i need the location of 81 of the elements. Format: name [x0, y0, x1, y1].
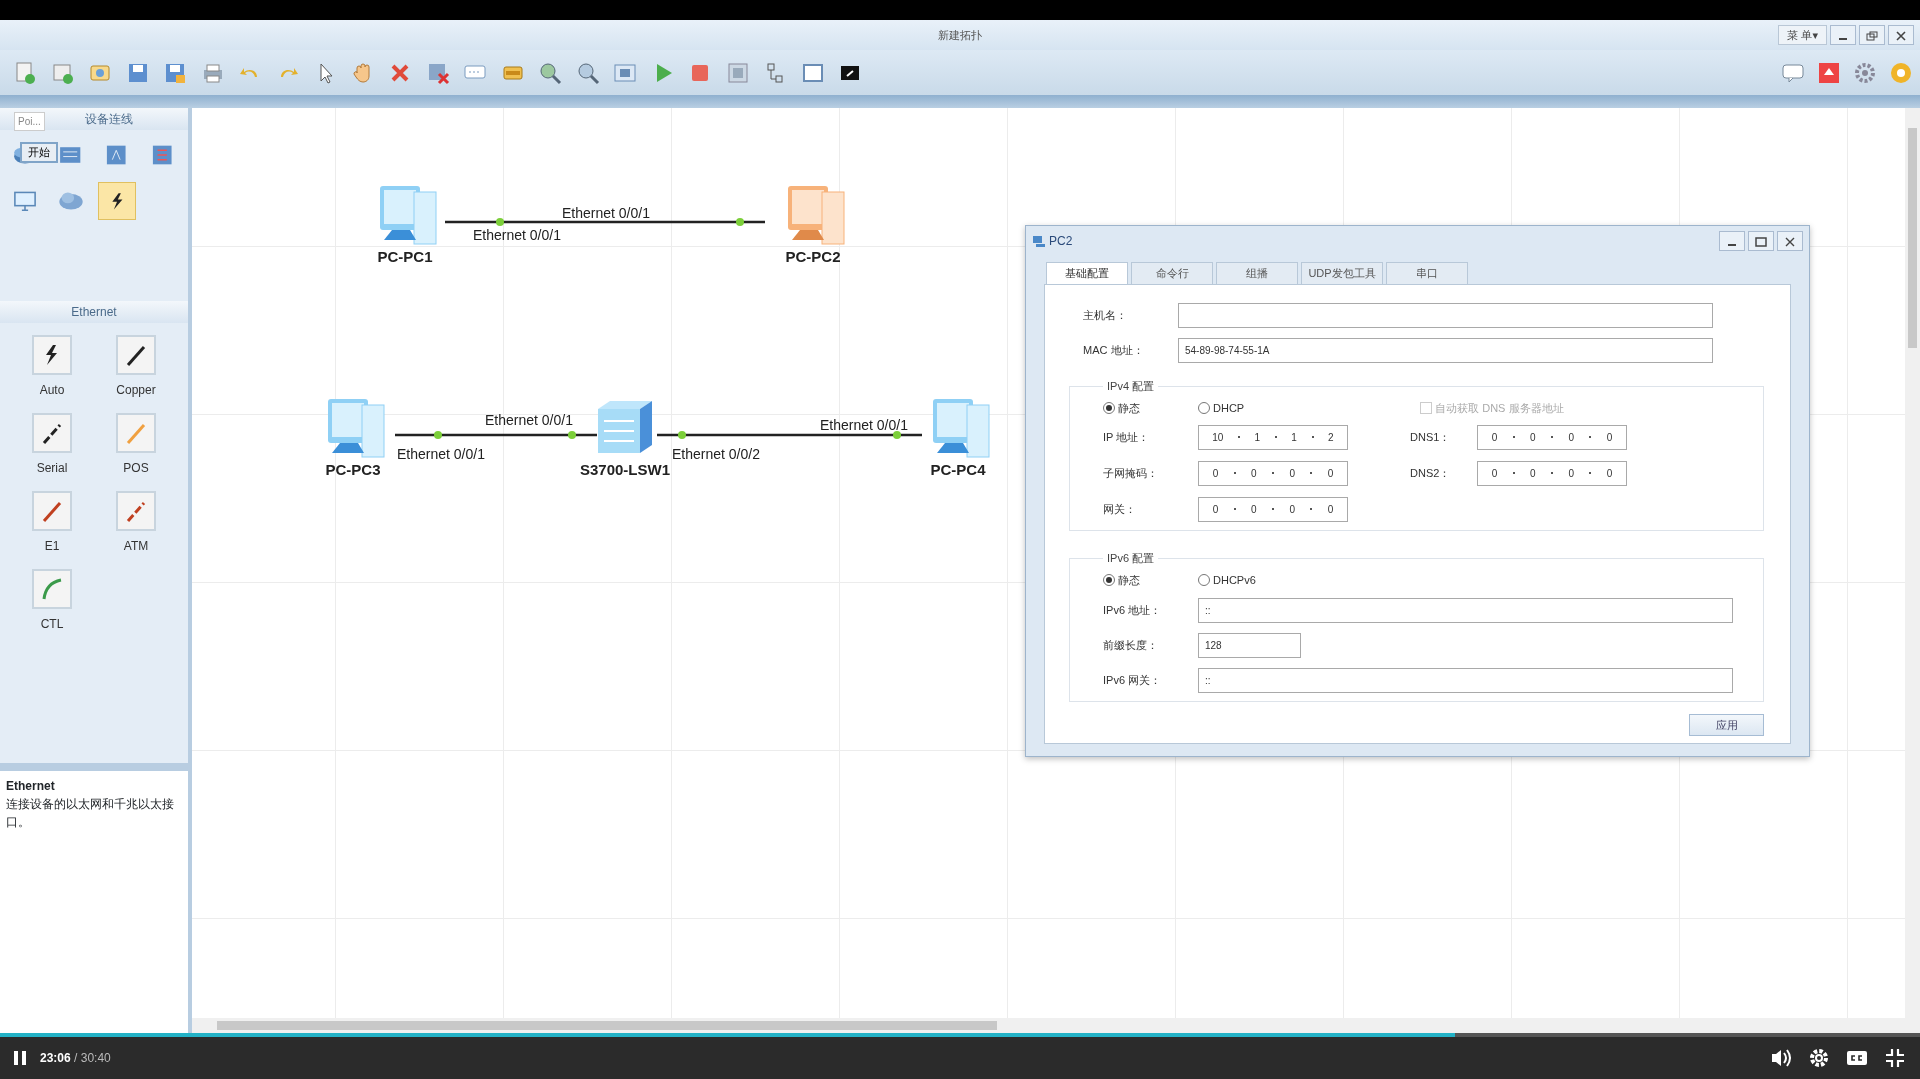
ip-address-field[interactable]: 0 0 0 0 [1198, 460, 1348, 486]
scrollbar-thumb[interactable] [217, 1021, 997, 1030]
panel-header: Ethernet [71, 304, 117, 321]
ctl-cable-item[interactable]: CTL [10, 569, 94, 633]
field-label: MAC 地址： [1083, 343, 1145, 359]
radio-button[interactable]: 静态 [1103, 400, 1198, 417]
window-title: 新建拓扑 [938, 27, 982, 43]
computer-icon [1032, 234, 1046, 248]
name-tooltip: Poi... [14, 112, 45, 131]
e1-cable-item[interactable]: E1 [10, 491, 94, 555]
field-label: IP 地址： [1103, 429, 1151, 445]
start-tooltip[interactable]: 开始 [20, 142, 58, 163]
ip-address-field[interactable]: 0 0 0 0 [1477, 424, 1627, 450]
progress-track[interactable] [0, 1033, 1920, 1037]
pause-icon[interactable] [12, 1050, 28, 1066]
auto-cable-item[interactable]: Auto [10, 335, 94, 399]
tab[interactable]: UDP发包工具 [1301, 262, 1383, 284]
ip-address-field[interactable]: 10 1 1 2 [1198, 424, 1348, 450]
device-label: PC-PC4 [930, 460, 986, 480]
field-label: 网关： [1103, 501, 1137, 517]
copper-cable-item[interactable]: Copper [94, 335, 178, 399]
close-button[interactable] [1888, 25, 1914, 45]
serial-cable-item[interactable]: Serial [10, 413, 94, 477]
port-label: Ethernet 0/0/1 [485, 411, 573, 430]
field-label: IPv6 地址： [1103, 603, 1163, 619]
radio-icon[interactable] [1198, 402, 1210, 415]
field-label: 子网掩码： [1103, 465, 1159, 481]
ip-address-field[interactable]: 0 0 0 0 [1198, 496, 1348, 522]
group-title: IPv4 配置 [1106, 381, 1156, 392]
port-label: Ethernet 0/0/1 [562, 204, 650, 223]
info-title: Ethernet [6, 778, 56, 795]
radio-icon[interactable] [1103, 573, 1115, 586]
input-field[interactable]: :: [1198, 598, 1733, 623]
port-label: Ethernet 0/0/1 [473, 226, 561, 245]
vertical-scrollbar[interactable] [1905, 108, 1920, 1018]
device-label: S3700-LSW1 [579, 460, 670, 480]
playback-time: 23:06 / 30:40 [40, 1050, 111, 1067]
apply-button[interactable]: 应用 [1689, 714, 1764, 736]
pos-cable-item[interactable]: POS [94, 413, 178, 477]
device-label: PC-PC3 [325, 460, 381, 480]
restore-icon[interactable] [1866, 30, 1878, 41]
minimize-button[interactable] [1719, 231, 1745, 251]
minimize-button[interactable] [1830, 25, 1856, 45]
input-field[interactable] [1178, 303, 1713, 328]
radio-button[interactable]: DHCP [1198, 400, 1245, 417]
port-label: Ethernet 0/0/1 [820, 416, 908, 435]
input-field[interactable]: :: [1198, 668, 1733, 693]
tab[interactable]: 命令行 [1131, 262, 1213, 284]
input-field[interactable]: 128 [1198, 633, 1301, 658]
device-label: PC-PC2 [785, 247, 841, 267]
radio-button[interactable]: 静态 [1103, 571, 1198, 588]
atm-cable-item[interactable]: ATM [94, 491, 178, 555]
panel-header: 设备连线 [84, 111, 133, 128]
field-label: DNS2： [1410, 465, 1452, 481]
radio-icon[interactable] [1198, 573, 1210, 586]
port-label: Ethernet 0/0/2 [672, 445, 760, 464]
scrollbar-thumb[interactable] [1908, 128, 1917, 348]
field-label: DNS1： [1410, 429, 1452, 445]
input-field[interactable]: 54-89-98-74-55-1A [1178, 338, 1713, 363]
radio-button[interactable]: DHCPv6 [1198, 571, 1256, 588]
field-label: IPv6 网关： [1103, 673, 1163, 689]
close-icon[interactable] [1784, 236, 1796, 247]
maximize-button[interactable] [1748, 231, 1774, 251]
radio-icon[interactable] [1103, 402, 1115, 415]
port-label: Ethernet 0/0/1 [397, 445, 485, 464]
field-label: 主机名： [1083, 308, 1128, 324]
field-label: 前缀长度： [1103, 638, 1159, 654]
tab[interactable]: 串口 [1386, 262, 1468, 284]
ip-address-field[interactable]: 0 0 0 0 [1477, 460, 1627, 486]
tab[interactable]: 基础配置 [1046, 262, 1128, 284]
device-label: PC-PC1 [377, 247, 433, 267]
menu-button[interactable]: 菜 单▾ [1778, 25, 1827, 45]
tab[interactable]: 组播 [1216, 262, 1298, 284]
close-button[interactable] [1777, 231, 1803, 251]
close-icon[interactable] [1895, 30, 1907, 41]
horizontal-scrollbar[interactable] [192, 1018, 1920, 1033]
group-title: IPv6 配置 [1106, 552, 1156, 564]
dialog-title: PC2 [1049, 233, 1073, 250]
info-text: 连接设备的以太网和千兆以太接口。 [6, 796, 175, 831]
restore-button[interactable] [1859, 25, 1885, 45]
maximize-icon[interactable] [1755, 236, 1767, 247]
